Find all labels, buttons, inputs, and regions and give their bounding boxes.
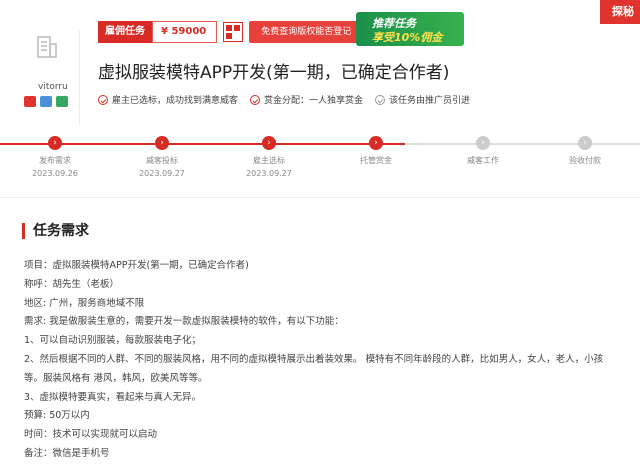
requirement-line: 时间：技术可以实现就可以启动 (24, 429, 158, 441)
info-item: 赏金分配：一人独享赏金 (250, 93, 363, 106)
step-arrow-icon: › (476, 136, 490, 150)
shop-name[interactable]: vitorru (38, 82, 68, 92)
task-price: ¥ 59000 (152, 21, 218, 43)
phone-badge-icon (40, 96, 52, 107)
copyright-check-button[interactable]: 免费查询版权能否登记 (249, 21, 364, 43)
task-type-tag: 雇佣任务 (98, 21, 152, 43)
divider (79, 30, 80, 125)
requirements-title: 任务需求 (22, 223, 89, 239)
bank-badge-icon (56, 96, 68, 107)
info-text: 赏金分配：一人独享赏金 (264, 96, 364, 106)
realname-badge-icon (24, 96, 36, 107)
step-label: 威客投标 (146, 156, 178, 165)
check-circle-icon (98, 94, 108, 105)
task-title: 虚拟服装模特APP开发(第一期，已确定合作者) (98, 63, 450, 83)
progress-step: › 雇主选标 2023.09.27 (214, 136, 324, 178)
requirement-line: 2、然后根据不同的人群、不同的服装风格，用不同的虚拟模特展示出着装效果。 模特有… (24, 353, 604, 365)
progress-step: › 托管赏金 (321, 136, 431, 169)
requirement-line: 1、可以自动识别服装，每款服装电子化； (24, 335, 202, 347)
corner-badge[interactable]: 探秘 (600, 0, 640, 24)
requirement-line: 地区: 广州，服务商地域不限 (24, 297, 145, 309)
task-progress: › 发布需求 2023.09.26 › 威客投标 2023.09.27 › 雇主… (0, 130, 640, 190)
promo-banner[interactable]: 推荐任务 享受10%佣金 (356, 12, 464, 46)
step-arrow-icon: › (48, 136, 62, 150)
qr-code-icon[interactable] (223, 22, 244, 42)
promoter-icon (375, 94, 386, 105)
shop-badges (24, 96, 68, 107)
step-date: 2023.09.27 (139, 169, 185, 178)
step-arrow-icon: › (155, 136, 169, 150)
requirement-line: 等。服装风格有 港风，韩风，欧美风等等。 (24, 372, 208, 384)
requirement-line: 3、虚拟模特要真实，看起来与真人无异。 (24, 391, 202, 403)
task-header: vitorru 雇佣任务 ¥ 59000 免费查询版权能否登记 推荐任务 享受1… (0, 0, 640, 143)
step-date: 2023.09.27 (246, 169, 292, 178)
step-date: 2023.09.26 (32, 169, 78, 178)
task-info-row: 雇主已选标，成功找到满意威客 赏金分配：一人独享赏金 该任务由推广员引进 (98, 93, 482, 106)
check-circle-icon (250, 94, 261, 105)
requirement-line: 项目：虚拟服装模特APP开发(第一期，已确定合作者) (24, 260, 249, 271)
step-label: 验收付款 (569, 156, 601, 165)
progress-step: › 发布需求 2023.09.26 (0, 136, 110, 178)
tag-row: 雇佣任务 ¥ 59000 免费查询版权能否登记 (98, 21, 364, 43)
progress-step: › 验收付款 (530, 136, 640, 169)
step-arrow-icon: › (369, 136, 383, 150)
shop-logo-icon (37, 36, 57, 58)
requirements-body: 项目：虚拟服装模特APP开发(第一期，已确定合作者) 称呼：胡先生（老板） 地区… (24, 257, 624, 464)
info-text: 该任务由推广员引进 (389, 96, 471, 106)
info-item: 该任务由推广员引进 (375, 93, 470, 106)
step-arrow-icon: › (578, 136, 592, 150)
progress-step: › 威客投标 2023.09.27 (107, 136, 217, 178)
info-item: 雇主已选标，成功找到满意威客 (98, 93, 238, 106)
step-label: 雇主选标 (253, 156, 285, 165)
step-label: 威客工作 (467, 156, 499, 165)
info-text: 雇主已选标，成功找到满意威客 (112, 96, 239, 106)
requirement-line: 预算: 50万以内 (24, 410, 90, 422)
requirement-line: 需求: 我是做服装生意的，需要开发一款虚拟服装模特的软件，有以下功能： (24, 316, 344, 328)
promo-line2: 享受10%佣金 (372, 31, 443, 44)
progress-step: › 威客工作 (428, 136, 538, 169)
step-arrow-icon: › (262, 136, 276, 150)
step-label: 发布需求 (39, 156, 71, 165)
step-label: 托管赏金 (360, 156, 392, 165)
requirement-line: 称呼：胡先生（老板） (24, 278, 120, 290)
section-divider (0, 197, 640, 198)
requirement-line: 备注：微信是手机号 (24, 447, 110, 459)
